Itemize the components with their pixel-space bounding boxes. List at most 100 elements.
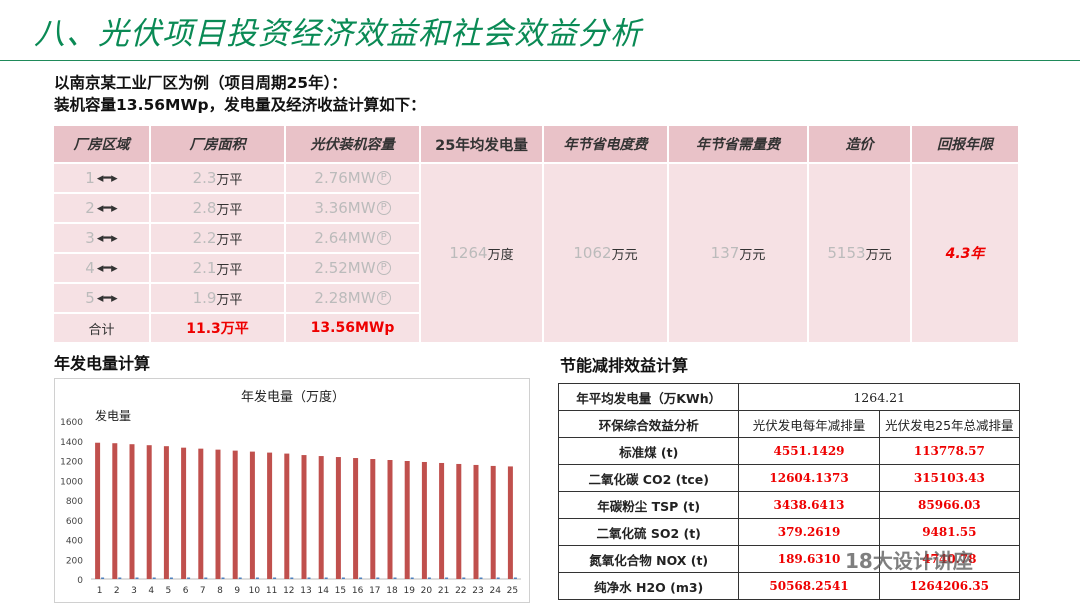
intro-text: 以南京某工业厂区为例（项目周期25年）： 装机容量13.56MWp，发电量及经济…	[54, 72, 426, 116]
minor-bar	[513, 577, 517, 579]
energy-section-title: 节能减排效益计算	[560, 356, 689, 375]
double-arrow-icon: ◂━▸	[96, 290, 118, 306]
total-reduction: 315103.43	[878, 464, 1021, 492]
energy-row: 年碳粉尘 TSP (t) 3438.6413 85966.03	[557, 491, 1021, 519]
area-size-value: 2.8	[192, 199, 217, 217]
area-zone-cell: 4 ◂━▸	[54, 254, 149, 282]
x-tick-label: 18	[386, 586, 398, 596]
y-tick-label: 1600	[60, 418, 83, 428]
area-zone-cell: 1 ◂━▸	[54, 164, 149, 192]
circled-p-icon: P	[376, 201, 391, 215]
circled-p-icon: P	[376, 231, 391, 245]
bar	[163, 446, 169, 579]
x-tick-label: 17	[369, 586, 380, 596]
header-capacity: 光伏装机容量	[286, 126, 419, 162]
capacity-cell: 2.52MW P	[286, 254, 419, 282]
x-tick-label: 1	[97, 586, 103, 596]
pollutant-label: 二氧化碳 CO2 (tce)	[557, 464, 740, 492]
annual-reduction: 379.2619	[738, 518, 880, 546]
area-size-unit: 万平	[216, 292, 243, 308]
area-size-value: 1.9	[192, 289, 217, 307]
elec-saving-cell: 1062 万元	[544, 164, 667, 342]
y-tick-label: 1400	[60, 438, 83, 448]
x-tick-label: 10	[249, 586, 261, 596]
bar	[490, 465, 496, 579]
total-area: 11.3万平	[151, 314, 284, 342]
demand-saving-cell: 137 万元	[669, 164, 807, 342]
payback-cell: 4.3年	[912, 164, 1018, 342]
watermark-logo: 18大设计讲座	[845, 549, 973, 573]
energy-header-row: 环保综合效益分析 光伏发电每年减排量 光伏发电25年总减排量	[557, 410, 1021, 438]
minor-bar	[135, 577, 139, 579]
y-tick-label: 400	[66, 537, 83, 547]
chart-section-title: 年发电量计算	[54, 354, 151, 373]
avg-value: 1264.21	[738, 383, 1020, 411]
area-zone-cell: 5 ◂━▸	[54, 284, 149, 312]
minor-bar	[462, 577, 466, 579]
circled-p-icon: P	[376, 291, 391, 305]
investment-table: 厂房区域 厂房面积 光伏装机容量 25年均发电量 年节省电度费 年节省需量费 造…	[54, 126, 1018, 342]
y-tick-label: 1200	[60, 458, 83, 468]
capacity-value: 2.28MW	[314, 289, 376, 307]
header-demand-saving: 年节省需量费	[669, 126, 807, 162]
bar	[215, 449, 221, 579]
capacity-cell: 3.36MW P	[286, 194, 419, 222]
annual-reduction: 3438.6413	[738, 491, 880, 519]
x-tick-label: 3	[131, 586, 137, 596]
bar	[421, 461, 427, 579]
annual-reduction: 4551.1429	[738, 437, 880, 465]
bar	[353, 458, 359, 579]
minor-bar	[496, 577, 500, 579]
pollutant-label: 二氧化硫 SO2 (t)	[557, 518, 740, 546]
cost-value: 5153	[827, 244, 866, 262]
minor-bar	[410, 577, 414, 579]
minor-bar	[255, 577, 259, 579]
bar	[146, 445, 152, 579]
double-arrow-icon: ◂━▸	[96, 230, 118, 246]
capacity-cell: 2.76MW P	[286, 164, 419, 192]
x-tick-label: 8	[217, 586, 223, 596]
bar	[387, 460, 393, 579]
x-tick-label: 7	[200, 586, 206, 596]
x-tick-label: 20	[421, 586, 433, 596]
x-tick-label: 23	[472, 586, 483, 596]
pollutant-label: 标准煤 (t)	[557, 437, 740, 465]
cost-cell: 5153 万元	[809, 164, 910, 342]
demand-saving-unit: 万元	[739, 247, 766, 263]
area-size-cell: 2.2 万平	[151, 224, 284, 252]
area-size-cell: 1.9 万平	[151, 284, 284, 312]
page-title: 八、光伏项目投资经济效益和社会效益分析	[34, 16, 642, 52]
area-zone-number: 2	[85, 199, 95, 217]
y-tick-label: 200	[66, 556, 83, 566]
header-cost: 造价	[809, 126, 910, 162]
area-zone-number: 5	[85, 289, 95, 307]
total-capacity: 13.56MWp	[286, 314, 419, 342]
pollutant-label: 年碳粉尘 TSP (t)	[557, 491, 740, 519]
chart-svg: 年发电量（万度） 发电量 0 200 400 600 800 1000 1200 1400 1600…	[60, 389, 521, 596]
minor-bar	[479, 577, 483, 579]
total-reduction: 9481.55	[878, 518, 1021, 546]
x-tick-label: 9	[234, 586, 240, 596]
header-area-size: 厂房面积	[151, 126, 284, 162]
header-payback: 回报年限	[912, 126, 1018, 162]
x-tick-label: 11	[266, 586, 277, 596]
minor-bar	[221, 577, 225, 579]
bar	[335, 457, 341, 579]
bar	[284, 453, 290, 579]
total-reduction: 113778.57	[878, 437, 1021, 465]
x-tick-label: 13	[300, 586, 311, 596]
x-tick-label: 12	[283, 586, 294, 596]
header-generation: 25年均发电量	[421, 126, 542, 162]
energy-header-annual: 光伏发电每年减排量	[738, 410, 880, 438]
double-arrow-icon: ◂━▸	[96, 170, 118, 186]
x-tick-label: 19	[403, 586, 415, 596]
minor-bar	[359, 577, 363, 579]
area-size-unit: 万平	[216, 232, 243, 248]
minor-bar	[101, 577, 105, 579]
minor-bar	[238, 577, 242, 579]
x-tick-label: 25	[507, 586, 518, 596]
double-arrow-icon: ◂━▸	[96, 200, 118, 216]
capacity-value: 2.52MW	[314, 259, 376, 277]
bar	[198, 448, 204, 579]
minor-bar	[445, 577, 449, 579]
